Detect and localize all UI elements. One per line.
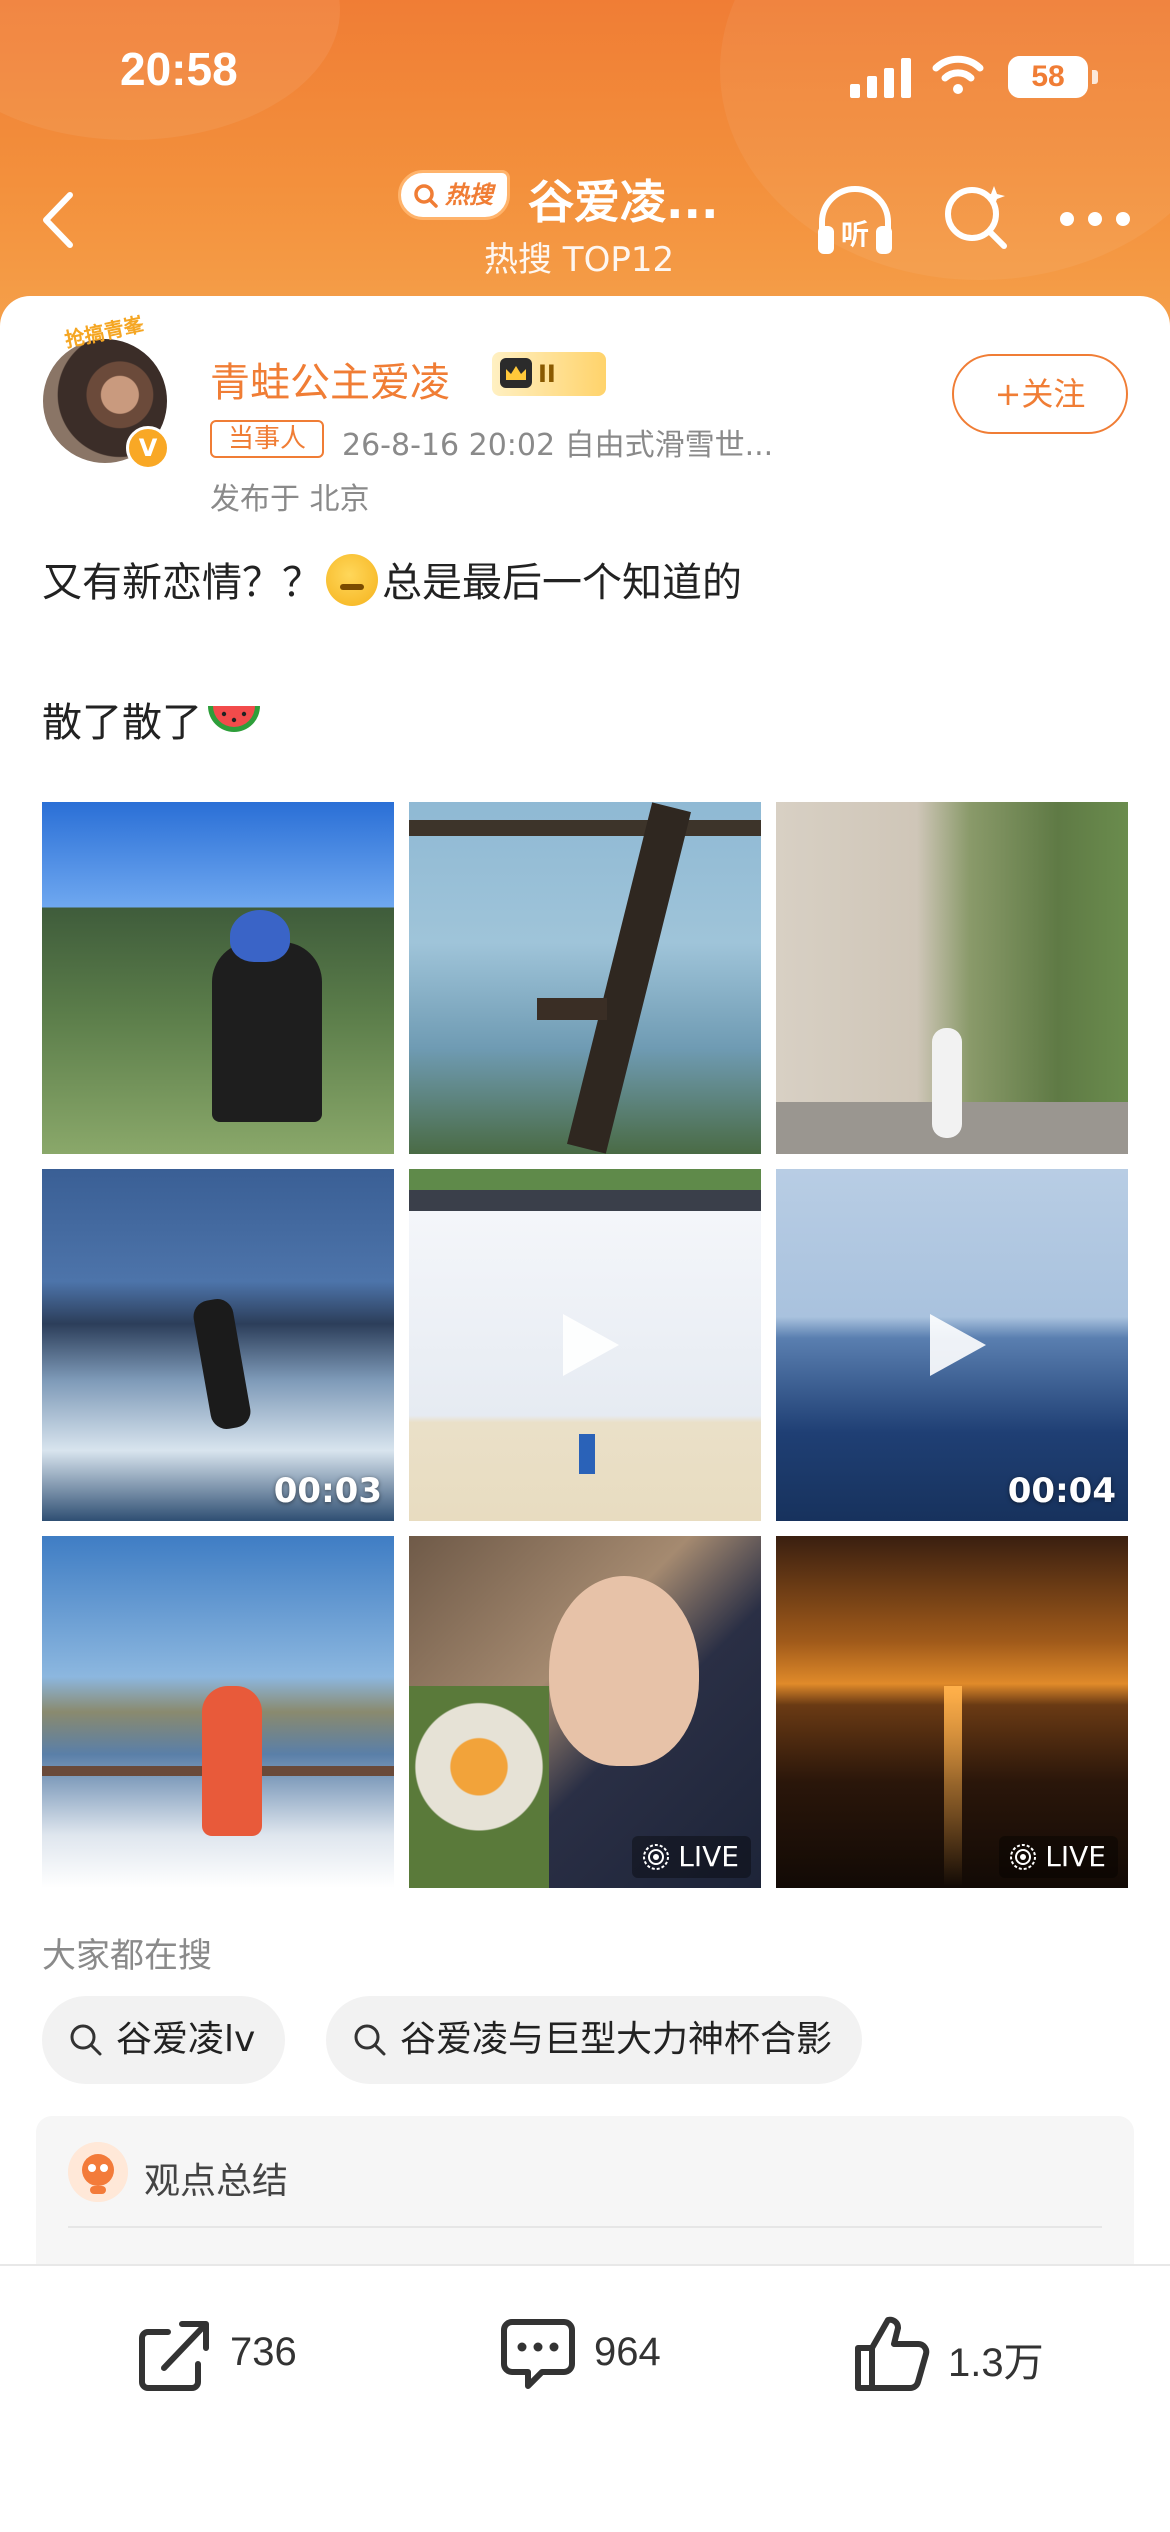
post-text-part: 又有新恋情？？ bbox=[42, 560, 322, 606]
live-label: LIVE bbox=[1045, 1840, 1106, 1873]
media-photo[interactable] bbox=[776, 802, 1128, 1154]
verified-badge-icon: V bbox=[126, 426, 170, 470]
post-meta: 26-8-16 20:02 自由式滑雪世... bbox=[342, 428, 774, 463]
search-icon[interactable] bbox=[942, 182, 1010, 254]
status-time: 20:58 bbox=[120, 43, 238, 95]
watermelon-emoji-icon bbox=[208, 706, 260, 732]
repost-count: 736 bbox=[230, 2330, 297, 2374]
back-button[interactable] bbox=[30, 185, 90, 255]
bottom-action-bar: 736 964 1.3万 bbox=[0, 2264, 1170, 2532]
page-title[interactable]: 谷爱凌... bbox=[528, 166, 718, 232]
chip-label: 谷爱凌lv bbox=[116, 2019, 256, 2060]
vip-level-label: II bbox=[538, 360, 556, 388]
like-button[interactable]: 1.3万 bbox=[852, 2312, 1082, 2396]
search-icon bbox=[70, 2024, 102, 2056]
svg-text:听: 听 bbox=[841, 218, 869, 251]
media-photo[interactable] bbox=[409, 802, 761, 1154]
comment-button[interactable]: 964 bbox=[498, 2312, 698, 2396]
repost-icon bbox=[139, 2321, 209, 2391]
media-video[interactable] bbox=[409, 1169, 761, 1521]
user-name[interactable]: 青蛙公主爱凌 bbox=[210, 350, 450, 408]
video-duration: 00:04 bbox=[1007, 1471, 1116, 1511]
live-photo-icon bbox=[1010, 1844, 1037, 1870]
hot-badge-label: 热搜 bbox=[445, 181, 493, 209]
battery-tip bbox=[1092, 70, 1098, 84]
media-video[interactable]: 00:03 bbox=[42, 1169, 394, 1521]
media-video[interactable]: 00:04 bbox=[776, 1169, 1128, 1521]
post-text-part: 总是最后一个知道的 bbox=[382, 560, 742, 606]
like-count: 1.3万 bbox=[948, 2341, 1044, 2385]
robot-mascot-icon bbox=[68, 2142, 128, 2202]
live-label: LIVE bbox=[678, 1840, 739, 1873]
search-suggestions-label: 大家都在搜 bbox=[42, 1936, 212, 1976]
video-duration: 00:03 bbox=[273, 1471, 382, 1511]
comment-icon bbox=[501, 2319, 575, 2389]
post-text-line2: 散了散了 bbox=[42, 690, 262, 748]
vip-level-badge: II bbox=[492, 352, 606, 396]
cellular-signal-icon bbox=[850, 58, 912, 98]
opinion-summary-title: 观点总结 bbox=[144, 2161, 289, 2202]
sleepy-emoji-icon bbox=[326, 554, 378, 606]
live-badge: LIVE bbox=[999, 1836, 1118, 1878]
battery-percent: 58 bbox=[1031, 60, 1065, 93]
battery-indicator: 58 bbox=[1008, 56, 1088, 98]
search-suggestion-chip[interactable]: 谷爱凌与巨型大力神杯合影 bbox=[326, 1996, 863, 2084]
top-header: 20:58 58 热搜 谷爱凌... 热搜 TOP12 听 bbox=[0, 0, 1170, 330]
follow-button[interactable]: +关注 bbox=[952, 354, 1128, 434]
media-grid: 00:03 00:04 LIVE LIVE bbox=[42, 802, 1128, 1888]
crown-icon bbox=[500, 358, 532, 388]
page-subtitle: 热搜 TOP12 bbox=[484, 240, 675, 280]
thumbs-up-icon bbox=[855, 2316, 930, 2391]
comment-count: 964 bbox=[594, 2330, 661, 2374]
media-live-photo[interactable]: LIVE bbox=[409, 1536, 761, 1888]
media-photo[interactable] bbox=[42, 802, 394, 1154]
wifi-icon bbox=[932, 55, 984, 94]
live-badge: LIVE bbox=[632, 1836, 751, 1878]
search-suggestion-chip[interactable]: 谷爱凌lv bbox=[42, 1996, 286, 2084]
play-icon bbox=[563, 1314, 619, 1376]
post-card: 抢搞青峯 V 青蛙公主爱凌 II +关注 当事人 26-8-16 20:02 自… bbox=[0, 296, 1170, 2416]
media-live-photo[interactable]: LIVE bbox=[776, 1536, 1128, 1888]
post-location: 发布于 北京 bbox=[210, 482, 370, 517]
more-options-icon[interactable] bbox=[1060, 212, 1130, 228]
hot-search-badge: 热搜 bbox=[398, 170, 510, 220]
play-icon bbox=[930, 1314, 986, 1376]
listen-headphones-icon[interactable]: 听 bbox=[812, 180, 898, 260]
divider bbox=[68, 2226, 1102, 2228]
chip-label: 谷爱凌与巨型大力神杯合影 bbox=[400, 2019, 833, 2060]
post-text-part: 散了散了 bbox=[42, 700, 202, 746]
repost-button[interactable]: 736 bbox=[134, 2312, 334, 2396]
media-photo[interactable] bbox=[42, 1536, 394, 1888]
role-tag: 当事人 bbox=[210, 420, 324, 458]
search-icon bbox=[414, 184, 438, 208]
live-photo-icon bbox=[643, 1844, 670, 1870]
search-icon bbox=[354, 2024, 386, 2056]
post-text-line1: 又有新恋情？？ 总是最后一个知道的 bbox=[42, 550, 742, 608]
